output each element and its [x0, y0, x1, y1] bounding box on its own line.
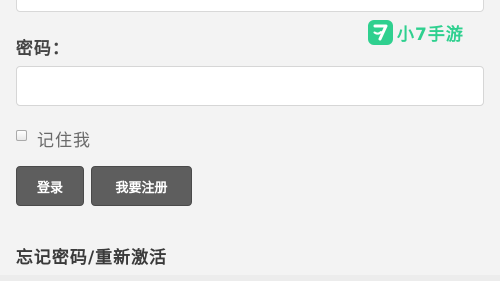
watermark-logo-icon	[368, 20, 393, 45]
register-button[interactable]: 我要注册	[91, 166, 192, 206]
remember-me-row[interactable]: 记住我	[16, 126, 91, 151]
username-input[interactable]	[16, 0, 484, 12]
login-button[interactable]: 登录	[16, 166, 84, 206]
password-input[interactable]	[16, 66, 484, 106]
remember-me-label: 记住我	[37, 131, 91, 151]
watermark-text: 小7手游	[397, 25, 464, 45]
watermark: 小7手游	[368, 20, 464, 45]
login-form-page: 密码： 记住我 登录 我要注册 忘记密码/重新激活 小7手游	[0, 0, 500, 281]
bottom-divider	[0, 275, 500, 281]
remember-me-checkbox[interactable]	[16, 130, 27, 141]
forgot-password-link[interactable]: 忘记密码/重新激活	[16, 243, 167, 268]
password-label: 密码：	[16, 39, 70, 59]
